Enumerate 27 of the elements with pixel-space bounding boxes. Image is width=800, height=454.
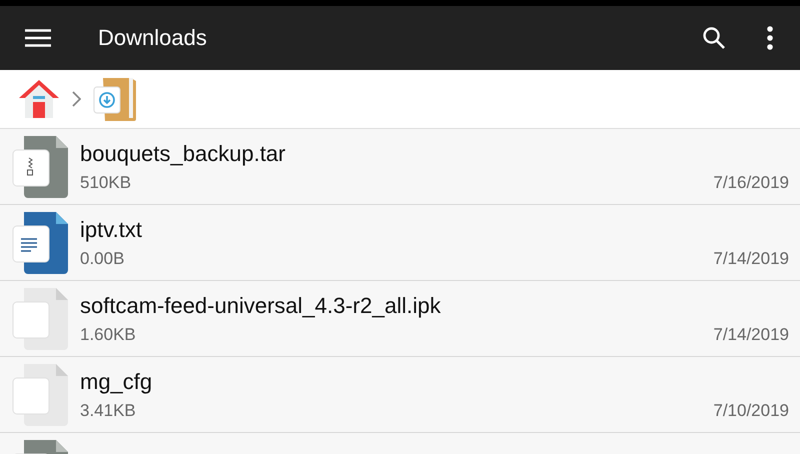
file-row[interactable]: iptv.txt 0.00B 7/14/2019	[0, 205, 800, 281]
file-size: 0.00B	[80, 248, 124, 268]
file-size: 3.41KB	[80, 400, 136, 420]
file-date: 7/14/2019	[713, 248, 789, 268]
download-folder-icon[interactable]	[93, 77, 137, 121]
file-size: 510KB	[80, 172, 132, 192]
blank-file-icon	[12, 364, 68, 426]
blank-file-icon	[12, 288, 68, 350]
file-row[interactable]: softcam-feed-universal_4.3-r2_all.ipk 1.60KB 7/14/2019	[0, 281, 800, 357]
file-size: 1.60KB	[80, 324, 136, 344]
file-row[interactable]: bouquets_backup.tar 510KB 7/16/2019	[0, 129, 800, 205]
file-date: 7/16/2019	[713, 172, 789, 192]
home-icon[interactable]	[18, 78, 60, 120]
text-file-icon	[12, 212, 68, 274]
menu-icon	[25, 29, 51, 47]
file-row[interactable]: mg_cfg 3.41KB 7/10/2019	[0, 357, 800, 433]
more-options-icon	[766, 26, 774, 50]
file-name: iptv.txt	[80, 216, 143, 242]
file-date: 7/14/2019	[713, 324, 789, 344]
chevron-icon	[72, 91, 81, 107]
search-icon	[702, 26, 726, 50]
file-name: bouquets_backup.tar	[80, 140, 286, 166]
archive-file-icon	[12, 136, 68, 198]
toolbar-title: Downloads	[98, 25, 208, 51]
file-name: mg_cfg	[80, 368, 154, 394]
file-name: softcam-feed-universal_4.3-r2_all.ipk	[80, 292, 442, 318]
file-date: 7/10/2019	[713, 400, 789, 420]
